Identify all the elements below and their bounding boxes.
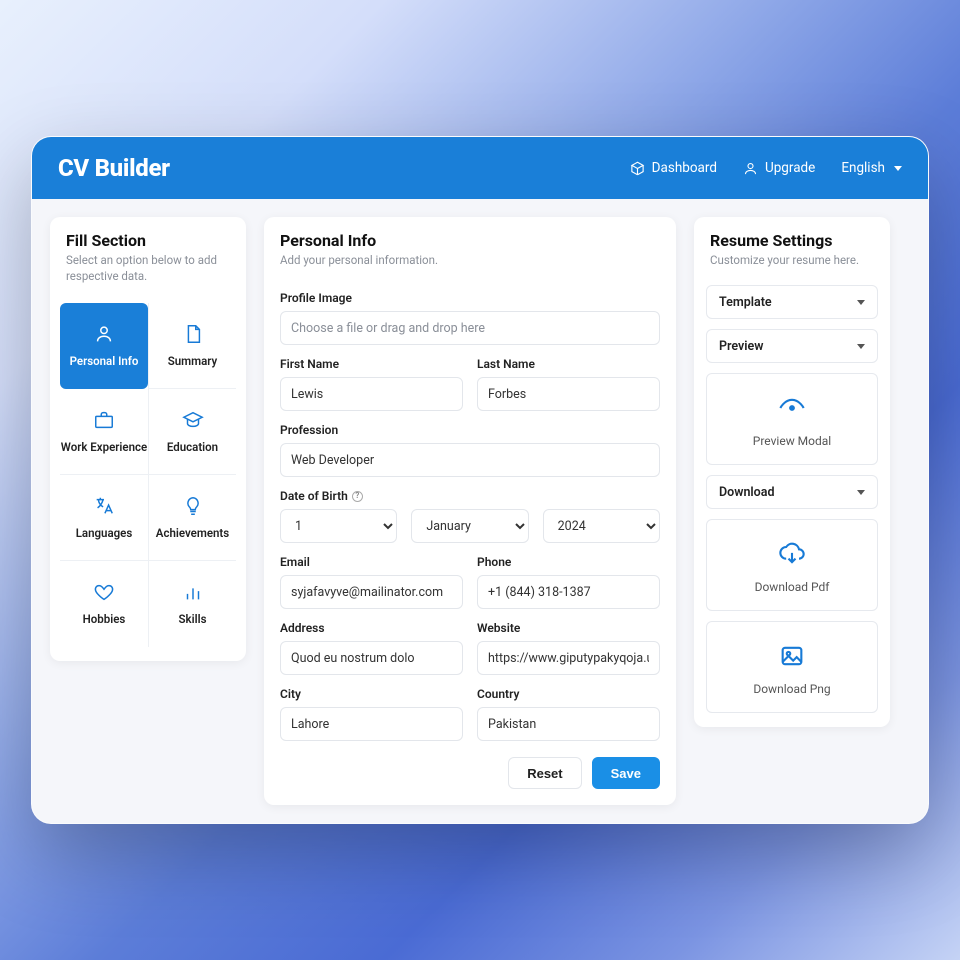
- dob-year-select[interactable]: 2024: [543, 509, 660, 543]
- dob-day-select[interactable]: 1: [280, 509, 397, 543]
- dob-label: Date of Birth ?: [280, 489, 660, 503]
- personal-info-title: Personal Info: [280, 231, 660, 250]
- reset-button[interactable]: Reset: [508, 757, 581, 789]
- profile-image-label: Profile Image: [280, 291, 660, 305]
- tile-hobbies[interactable]: Hobbies: [60, 561, 148, 647]
- tile-work-experience[interactable]: Work Experience: [60, 389, 148, 475]
- tile-education[interactable]: Education: [148, 389, 236, 475]
- city-label: City: [280, 687, 463, 701]
- chevron-down-icon: [857, 300, 865, 305]
- brand-title: CV Builder: [58, 154, 170, 182]
- tile-skills[interactable]: Skills: [148, 561, 236, 647]
- address-label: Address: [280, 621, 463, 635]
- chevron-down-icon: [857, 344, 865, 349]
- fill-section-panel: Fill Section Select an option below to a…: [50, 217, 246, 660]
- country-input[interactable]: [477, 707, 660, 741]
- tile-summary[interactable]: Summary: [148, 303, 236, 389]
- help-icon[interactable]: ?: [352, 491, 363, 502]
- email-input[interactable]: [280, 575, 463, 609]
- last-name-input[interactable]: [477, 377, 660, 411]
- main-body: Fill Section Select an option below to a…: [32, 199, 928, 823]
- translate-icon: [93, 495, 115, 517]
- lightbulb-icon: [182, 495, 204, 517]
- email-label: Email: [280, 555, 463, 569]
- last-name-label: Last Name: [477, 357, 660, 371]
- personal-info-subtitle: Add your personal information.: [280, 253, 660, 269]
- bar-chart-icon: [182, 581, 204, 603]
- fill-section-subtitle: Select an option below to add respective…: [66, 253, 230, 284]
- graduation-cap-icon: [182, 409, 204, 431]
- cube-icon: [630, 161, 645, 176]
- website-input[interactable]: [477, 641, 660, 675]
- download-png-button[interactable]: Download Png: [706, 621, 878, 713]
- chevron-down-icon: [894, 166, 902, 171]
- user-icon: [743, 161, 758, 176]
- download-pdf-button[interactable]: Download Pdf: [706, 519, 878, 611]
- resume-settings-title: Resume Settings: [710, 231, 874, 250]
- person-icon: [93, 323, 115, 345]
- phone-input[interactable]: [477, 575, 660, 609]
- tile-languages[interactable]: Languages: [60, 475, 148, 561]
- heart-icon: [93, 581, 115, 603]
- dob-month-select[interactable]: January: [411, 509, 528, 543]
- dashboard-label: Dashboard: [652, 160, 717, 176]
- profile-image-dropzone[interactable]: Choose a file or drag and drop here: [280, 311, 660, 345]
- preview-modal-button[interactable]: Preview Modal: [706, 373, 878, 465]
- topbar: CV Builder Dashboard Upgrade English: [32, 137, 928, 199]
- template-accordion[interactable]: Template: [706, 285, 878, 319]
- first-name-input[interactable]: [280, 377, 463, 411]
- upgrade-label: Upgrade: [765, 160, 815, 176]
- language-select[interactable]: English: [841, 160, 902, 176]
- document-icon: [182, 323, 204, 345]
- cloud-download-icon: [777, 540, 807, 568]
- personal-info-panel: Personal Info Add your personal informat…: [264, 217, 676, 805]
- chevron-down-icon: [857, 490, 865, 495]
- profession-label: Profession: [280, 423, 660, 437]
- resume-settings-subtitle: Customize your resume here.: [710, 253, 874, 269]
- address-input[interactable]: [280, 641, 463, 675]
- website-label: Website: [477, 621, 660, 635]
- first-name-label: First Name: [280, 357, 463, 371]
- topnav: Dashboard Upgrade English: [630, 160, 902, 176]
- city-input[interactable]: [280, 707, 463, 741]
- download-accordion[interactable]: Download: [706, 475, 878, 509]
- tile-personal-info[interactable]: Personal Info: [60, 303, 148, 389]
- tile-achievements[interactable]: Achievements: [148, 475, 236, 561]
- country-label: Country: [477, 687, 660, 701]
- resume-settings-panel: Resume Settings Customize your resume he…: [694, 217, 890, 727]
- language-label: English: [841, 160, 885, 176]
- app-window: CV Builder Dashboard Upgrade English Fil…: [31, 136, 929, 824]
- profession-input[interactable]: [280, 443, 660, 477]
- preview-accordion[interactable]: Preview: [706, 329, 878, 363]
- upgrade-link[interactable]: Upgrade: [743, 160, 815, 176]
- eye-icon: [777, 394, 807, 422]
- image-icon: [777, 642, 807, 670]
- dashboard-link[interactable]: Dashboard: [630, 160, 717, 176]
- fill-section-title: Fill Section: [66, 231, 230, 250]
- phone-label: Phone: [477, 555, 660, 569]
- briefcase-icon: [93, 409, 115, 431]
- save-button[interactable]: Save: [592, 757, 660, 789]
